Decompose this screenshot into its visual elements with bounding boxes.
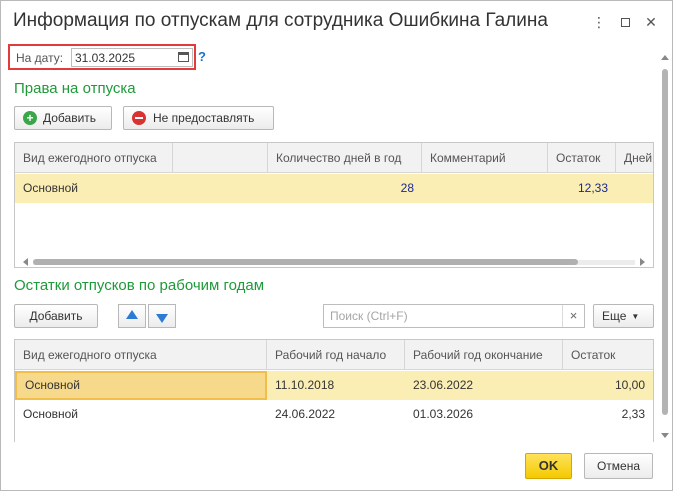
balances-section-title: Остатки отпусков по рабочим годам: [14, 277, 265, 294]
scroll-up-icon[interactable]: [661, 55, 669, 60]
search-box: ×: [323, 304, 585, 328]
rights-table-header: Вид ежегодного отпуска Количество дней в…: [15, 143, 653, 173]
horizontal-scrollbar[interactable]: [23, 258, 645, 266]
arrow-up-icon: [126, 309, 138, 319]
chevron-down-icon: ▼: [631, 311, 640, 321]
scroll-down-icon[interactable]: [661, 433, 669, 438]
plus-icon: +: [23, 111, 37, 125]
more-button[interactable]: Еще ▼: [593, 304, 654, 328]
rights-table: Вид ежегодного отпуска Количество дней в…: [14, 142, 654, 268]
col-days-per-year[interactable]: Количество дней в год: [268, 143, 422, 173]
vacation-info-window: Информация по отпускам для сотрудника Ош…: [0, 0, 673, 491]
date-value: 31.03.2025: [75, 51, 136, 65]
rights-add-button[interactable]: + Добавить: [14, 106, 112, 130]
vertical-scrollbar[interactable]: [661, 45, 669, 440]
scroll-thumb[interactable]: [33, 259, 578, 265]
rights-section-title: Права на отпуска: [14, 80, 136, 97]
ok-button[interactable]: OK: [525, 453, 572, 479]
maximize-icon[interactable]: [612, 13, 638, 31]
table-row[interactable]: Основной 28 12,33: [15, 174, 653, 203]
calendar-icon[interactable]: [178, 52, 189, 62]
deny-button[interactable]: Не предоставлять: [123, 106, 274, 130]
col-remainder[interactable]: Остаток: [563, 340, 653, 370]
col-comment[interactable]: Комментарий: [422, 143, 548, 173]
col-type[interactable]: Вид ежегодного отпуска: [15, 340, 267, 370]
col-extra[interactable]: [173, 143, 268, 173]
cancel-button[interactable]: Отмена: [584, 453, 653, 479]
scroll-thumb[interactable]: [662, 69, 668, 415]
window-controls: ⋮ ✕: [586, 13, 664, 31]
arrow-down-icon: [156, 313, 168, 323]
balances-table-header: Вид ежегодного отпуска Рабочий год начал…: [15, 340, 653, 370]
balances-table: Вид ежегодного отпуска Рабочий год начал…: [14, 339, 654, 442]
date-label: На дату:: [16, 51, 64, 65]
search-clear-icon[interactable]: ×: [562, 305, 584, 327]
col-year-start[interactable]: Рабочий год начало: [267, 340, 405, 370]
table-row[interactable]: Основной 11.10.2018 23.06.2022 10,00: [15, 371, 653, 400]
scroll-right-icon[interactable]: [640, 258, 645, 266]
col-year-end[interactable]: Рабочий год окончание: [405, 340, 563, 370]
title-bar: Информация по отпускам для сотрудника Ош…: [1, 1, 672, 41]
date-filter: На дату: 31.03.2025: [8, 44, 196, 70]
move-up-button[interactable]: [118, 304, 146, 328]
scroll-left-icon[interactable]: [23, 258, 28, 266]
minus-icon: [132, 111, 146, 125]
balances-add-button[interactable]: Добавить: [14, 304, 98, 328]
col-days[interactable]: Дней: [616, 143, 653, 173]
help-icon[interactable]: ?: [198, 49, 206, 64]
table-row[interactable]: Основной 24.06.2022 01.03.2026 2,33: [15, 400, 653, 429]
close-icon[interactable]: ✕: [638, 13, 664, 31]
window-title: Информация по отпускам для сотрудника Ош…: [13, 10, 548, 31]
col-type[interactable]: Вид ежегодного отпуска: [15, 143, 173, 173]
search-input[interactable]: [324, 305, 560, 327]
col-remainder[interactable]: Остаток: [548, 143, 616, 173]
move-down-button[interactable]: [148, 304, 176, 328]
more-menu-icon[interactable]: ⋮: [586, 13, 612, 31]
date-input[interactable]: 31.03.2025: [71, 48, 193, 67]
